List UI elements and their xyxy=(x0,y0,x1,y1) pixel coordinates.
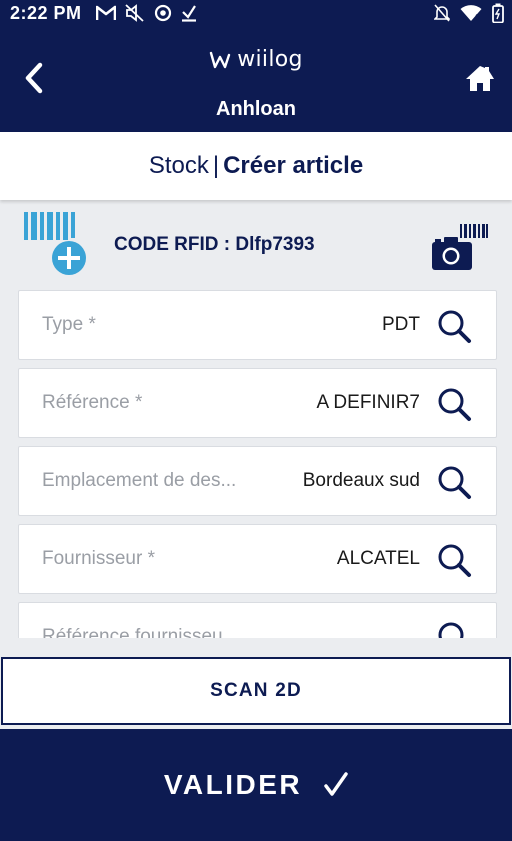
validate-button[interactable]: VALIDER xyxy=(0,729,512,841)
form-field-fournisseur[interactable]: Fournisseur * ALCATEL xyxy=(18,524,497,594)
form-field-reference-fournisseur[interactable]: Référence fournisseu xyxy=(18,602,497,638)
page-title: Créer article xyxy=(223,152,364,179)
app-header: wiilog Anhloan xyxy=(0,26,512,132)
search-icon[interactable] xyxy=(436,308,472,344)
field-label: Type * xyxy=(42,314,96,335)
field-value: ALCATEL xyxy=(336,548,420,569)
status-icons-right: 6 xyxy=(434,0,504,26)
gmail-icon xyxy=(95,5,116,20)
sync-icon xyxy=(154,4,171,22)
scan-2d-button[interactable]: SCAN 2D xyxy=(1,657,511,725)
field-label: Emplacement de des... xyxy=(42,470,237,491)
notifications-off-icon xyxy=(434,4,450,22)
search-icon[interactable] xyxy=(436,464,472,500)
battery-icon xyxy=(492,3,504,23)
field-label: Fournisseur * xyxy=(42,548,155,569)
home-icon xyxy=(466,66,494,91)
wiilog-logo-icon xyxy=(210,51,231,68)
search-icon[interactable] xyxy=(436,386,472,422)
camera-barcode-icon xyxy=(432,224,488,270)
status-icons-left xyxy=(95,4,197,22)
breadcrumb-separator: | xyxy=(212,152,220,179)
field-label: Référence fournisseu xyxy=(42,626,223,638)
search-icon[interactable] xyxy=(436,620,472,638)
header-user-name: Anhloan xyxy=(216,98,296,120)
barcode-add-icon[interactable] xyxy=(22,210,90,276)
rfid-row: CODE RFID : Dlfp7393 xyxy=(0,206,512,276)
page-title-bar: Stock | Créer article xyxy=(0,132,512,200)
scan-2d-label: SCAN 2D xyxy=(210,680,302,701)
field-value: PDT xyxy=(382,314,420,335)
status-bar: 2:22 PM 6 xyxy=(0,0,512,26)
form-field-type[interactable]: Type * PDT xyxy=(18,290,497,360)
home-button[interactable] xyxy=(458,58,502,98)
field-value: Bordeaux sud xyxy=(302,470,420,491)
field-label: Référence * xyxy=(42,392,143,413)
checkmark-icon xyxy=(324,772,348,796)
validate-label: VALIDER xyxy=(163,769,303,800)
form-field-reference[interactable]: Référence * A DEFINIR7 xyxy=(18,368,497,438)
svg-text:6: 6 xyxy=(475,13,480,22)
camera-scan-button[interactable] xyxy=(430,224,490,272)
field-value: A DEFINIR7 xyxy=(316,392,420,413)
download-icon xyxy=(181,5,196,22)
mute-icon xyxy=(124,4,144,22)
logo-text: wiilog xyxy=(237,47,303,72)
form-field-emplacement[interactable]: Emplacement de des... Bordeaux sud xyxy=(18,446,497,516)
wifi-icon: 6 xyxy=(460,4,482,22)
app-logo: wiilog xyxy=(0,47,512,72)
status-time: 2:22 PM xyxy=(10,2,82,23)
search-icon[interactable] xyxy=(436,542,472,578)
form-field-list[interactable]: Type * PDT Référence * A DEFINIR7 Emplac… xyxy=(0,280,512,638)
breadcrumb-section: Stock xyxy=(148,152,209,179)
rfid-code-label: CODE RFID : Dlfp7393 xyxy=(114,234,315,255)
